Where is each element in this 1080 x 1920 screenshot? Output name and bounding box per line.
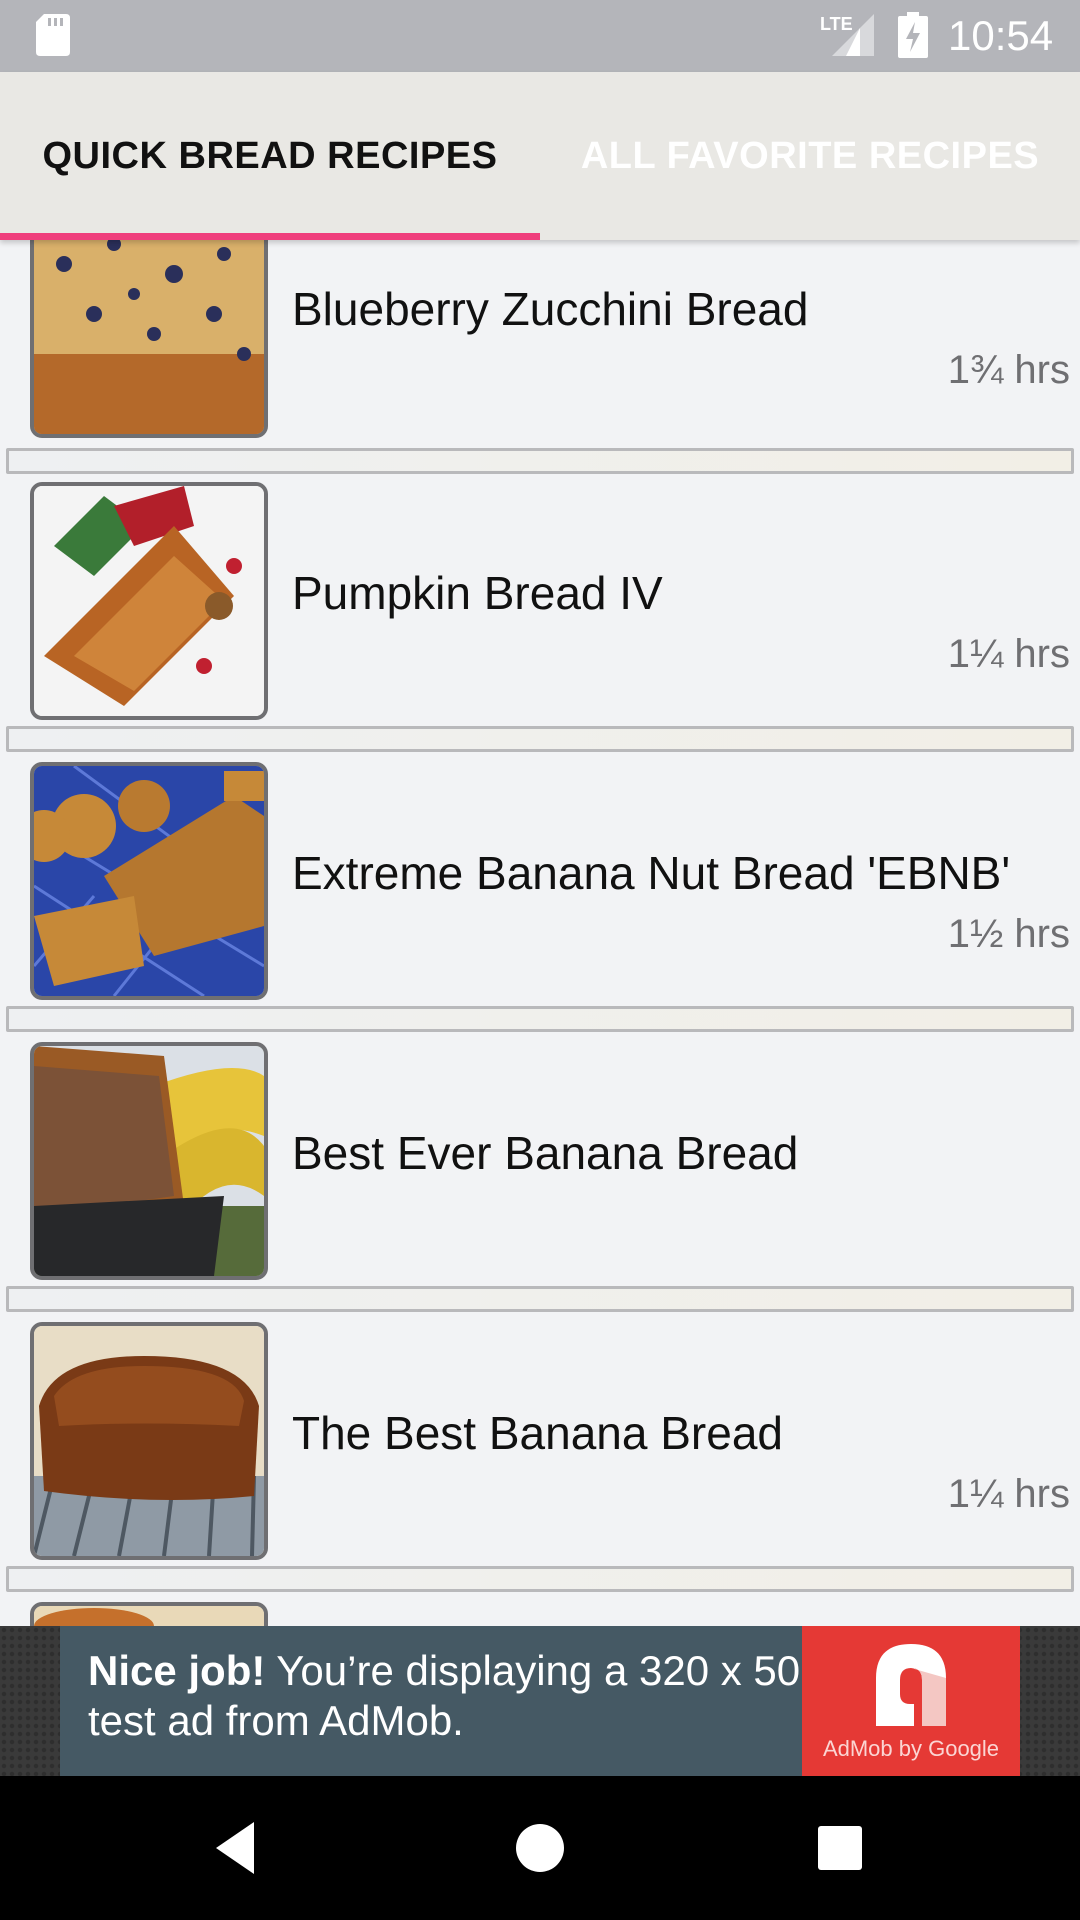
recipe-item-partial[interactable] xyxy=(0,1602,1080,1626)
ad-banner[interactable]: Nice job! You’re displaying a 320 x 50 t… xyxy=(60,1626,1020,1776)
sd-card-icon xyxy=(36,14,70,56)
recipe-item-best-ever-banana-bread[interactable]: Best Ever Banana Bread xyxy=(0,1042,1080,1280)
recipe-thumbnail xyxy=(30,482,268,720)
ad-area: Nice job! You’re displaying a 320 x 50 t… xyxy=(0,1626,1080,1776)
recipe-title: Best Ever Banana Bread xyxy=(292,1127,799,1179)
recipe-item-pumpkin-bread-iv[interactable]: Pumpkin Bread IV 1¼ hrs xyxy=(0,482,1080,720)
recipe-thumbnail xyxy=(30,240,268,438)
home-icon[interactable] xyxy=(510,1818,570,1878)
battery-charging-icon xyxy=(898,12,928,58)
recipe-title: Extreme Banana Nut Bread 'EBNB' xyxy=(292,847,1011,899)
network-label: LTE xyxy=(820,14,853,34)
tab-quick-bread-recipes[interactable]: QUICK BREAD RECIPES xyxy=(0,72,540,240)
recents-icon[interactable] xyxy=(810,1818,870,1878)
recipe-title: Blueberry Zucchini Bread xyxy=(292,283,809,335)
recipe-thumbnail xyxy=(30,1322,268,1560)
ad-text-bold: Nice job! xyxy=(88,1647,266,1694)
admob-logo: AdMob by Google xyxy=(802,1626,1020,1776)
list-divider xyxy=(6,1286,1074,1312)
recipe-thumbnail xyxy=(30,762,268,1000)
recipe-title: The Best Banana Bread xyxy=(292,1407,783,1459)
list-divider xyxy=(6,448,1074,474)
back-icon[interactable] xyxy=(210,1818,270,1878)
list-divider xyxy=(6,1566,1074,1592)
list-divider xyxy=(6,1006,1074,1032)
lte-signal-icon: LTE xyxy=(820,14,874,56)
navigation-bar xyxy=(0,1776,1080,1920)
admob-icon xyxy=(876,1644,946,1726)
recipe-time: 1¼ hrs xyxy=(947,1472,1070,1516)
tab-all-favorite-recipes[interactable]: ALL FAVORITE RECIPES xyxy=(540,72,1080,240)
recipe-thumbnail xyxy=(30,1042,268,1280)
tab-bar: QUICK BREAD RECIPES ALL FAVORITE RECIPES xyxy=(0,72,1080,240)
recipe-time: 1¼ hrs xyxy=(947,632,1070,676)
recipe-item-the-best-banana-bread[interactable]: The Best Banana Bread 1¼ hrs xyxy=(0,1322,1080,1560)
recipe-time: 1½ hrs xyxy=(947,912,1070,956)
recipe-item-blueberry-zucchini-bread[interactable]: Blueberry Zucchini Bread 1¾ hrs xyxy=(0,240,1080,438)
recipe-list[interactable]: Blueberry Zucchini Bread 1¾ hrs Pumpkin … xyxy=(0,240,1080,1626)
list-divider xyxy=(6,726,1074,752)
admob-logo-text: AdMob by Google xyxy=(822,1736,1000,1761)
status-clock: 10:54 xyxy=(948,12,1054,59)
recipe-time: 1¾ hrs xyxy=(947,348,1070,392)
tab-selected-indicator xyxy=(0,233,540,240)
recipe-title: Pumpkin Bread IV xyxy=(292,567,663,619)
recipe-item-extreme-banana-nut-bread[interactable]: Extreme Banana Nut Bread 'EBNB' 1½ hrs xyxy=(0,762,1080,1000)
ad-text: Nice job! You’re displaying a 320 x 50 t… xyxy=(88,1646,848,1746)
recipe-thumbnail xyxy=(30,1602,268,1626)
status-bar: LTE 10:54 xyxy=(0,0,1080,72)
